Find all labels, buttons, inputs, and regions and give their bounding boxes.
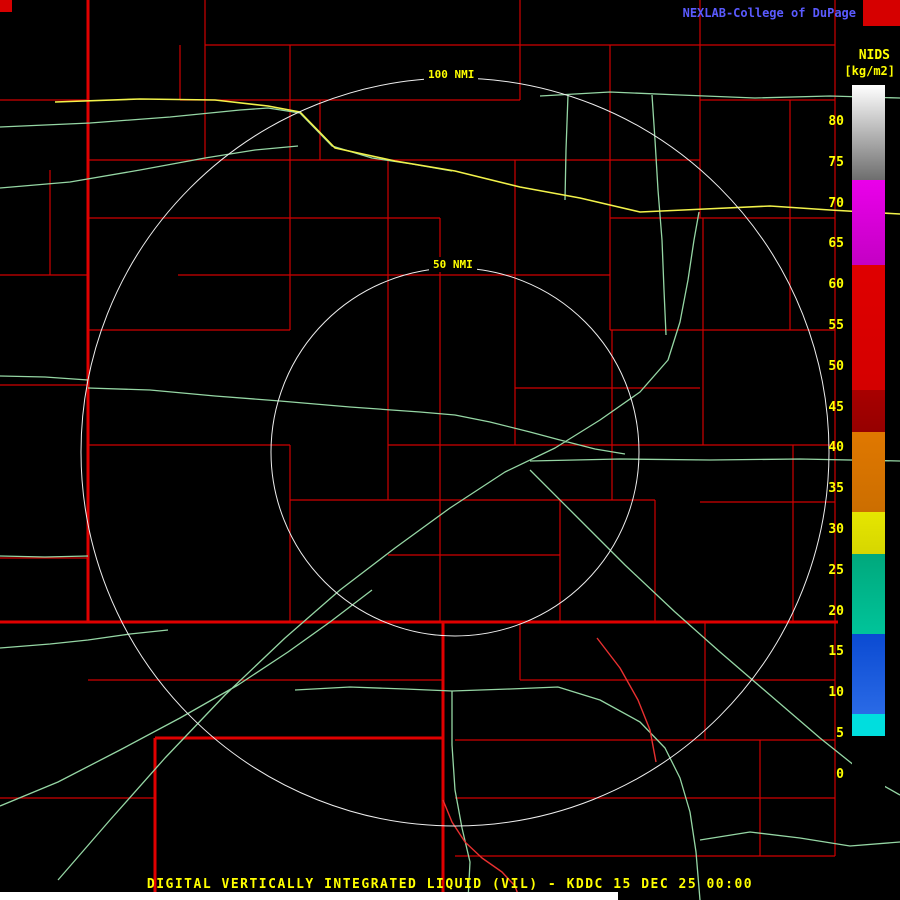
colorbar-tick-label: 20 xyxy=(828,603,844,619)
colorbar-tick-label: 75 xyxy=(828,154,844,170)
colorbar-gradient xyxy=(852,85,885,795)
colorbar-segment xyxy=(852,180,885,265)
colorbar-tick-label: 50 xyxy=(828,358,844,374)
top-left-red-block xyxy=(0,0,12,12)
range-ring-50nmi xyxy=(270,267,640,637)
radar-map xyxy=(0,0,900,900)
colorbar-tick-label: 5 xyxy=(836,726,844,741)
colorbar-tick-label: 55 xyxy=(828,318,844,333)
colorbar-segment xyxy=(852,390,885,432)
state-border-thick xyxy=(0,0,838,900)
range-ring-label-50nmi: 50 NMI xyxy=(429,257,477,272)
colorbar-segment xyxy=(852,85,885,180)
footer-white-bar xyxy=(0,892,618,900)
colorbar-tick-label: 0 xyxy=(836,766,844,782)
roads-layer xyxy=(0,91,900,900)
red-roads xyxy=(442,637,657,900)
colorbar-tick-label: 25 xyxy=(828,562,844,578)
product-title-bar: DIGITAL VERTICALLY INTEGRATED LIQUID (VI… xyxy=(146,877,754,892)
colorbar-tick-label: 40 xyxy=(828,440,844,456)
colorbar-tick-label: 65 xyxy=(828,236,844,252)
colorbar-segment xyxy=(852,714,885,736)
colorbar-segment xyxy=(852,512,885,554)
colorbar-segment xyxy=(852,432,885,512)
range-rings-layer xyxy=(80,77,830,827)
county-borders-layer xyxy=(0,0,838,900)
green-roads xyxy=(0,91,900,900)
colorbar-tick-label: 10 xyxy=(828,685,844,701)
colorbar-title: NIDS xyxy=(858,48,890,63)
colorbar-tick-label: 70 xyxy=(828,195,844,211)
colorbar-tick-label: 60 xyxy=(828,277,844,293)
range-ring-100nmi xyxy=(80,77,830,827)
colorbar-tick-label: 45 xyxy=(828,399,844,415)
colorbar-segment xyxy=(852,554,885,634)
colorbar-tick-label: 35 xyxy=(828,481,844,497)
colorbar-tick-label: 30 xyxy=(828,522,844,537)
colorbar-segment xyxy=(852,736,885,795)
top-right-red-block xyxy=(863,0,900,26)
colorbar-tick-label: 80 xyxy=(828,114,844,129)
data-source-label: NEXLAB-College of DuPage xyxy=(682,6,856,20)
colorbar-units: [kg/m2] xyxy=(844,64,895,78)
radar-display: 100 NMI 50 NMI NEXLAB-College of DuPage … xyxy=(0,0,900,900)
colorbar-segment xyxy=(852,634,885,714)
colorbar-segment xyxy=(852,265,885,390)
range-ring-label-100nmi: 100 NMI xyxy=(424,67,479,82)
colorbar-tick-label: 15 xyxy=(828,644,844,660)
colorbar-ticks: 80 75 70 65 60 55 50 45 40 35 30 25 20 15 10 5 0 xyxy=(814,85,844,795)
